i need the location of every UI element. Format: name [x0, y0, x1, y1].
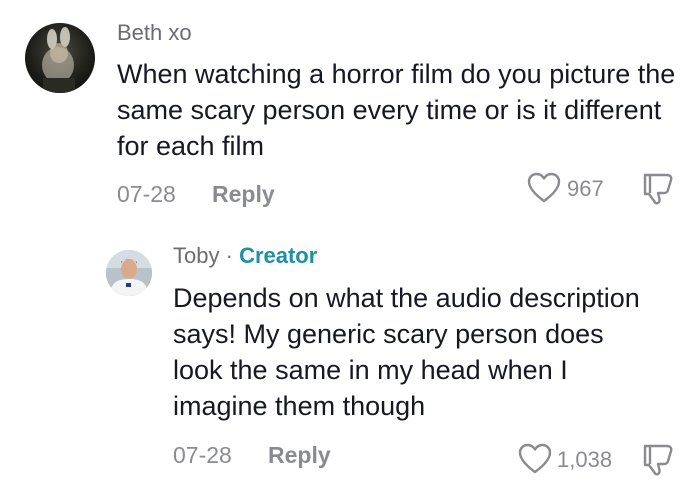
comment-username[interactable]: Toby [173, 243, 219, 268]
avatar-photo [42, 27, 75, 93]
heart-icon[interactable] [527, 172, 561, 209]
comment-date: 07-28 [117, 181, 176, 207]
like-count: 1,038 [557, 447, 613, 472]
avatar[interactable] [25, 23, 95, 93]
comment-date: 07-28 [173, 442, 232, 468]
comment-text: Depends on what the audio description sa… [173, 283, 640, 421]
comment-text: When watching a horror film do you pictu… [117, 59, 676, 161]
like-count: 967 [567, 176, 604, 201]
avatar-photo [106, 250, 152, 296]
comment-author-line: Toby · Creator [173, 243, 317, 269]
dislike-icon[interactable] [640, 172, 676, 211]
avatar[interactable] [106, 250, 152, 296]
reply-button[interactable]: Reply [268, 442, 331, 469]
reply-button[interactable]: Reply [212, 181, 275, 208]
username-separator: · [225, 243, 233, 268]
dislike-icon[interactable] [640, 443, 676, 482]
heart-icon[interactable] [518, 443, 552, 480]
creator-badge: Creator [239, 243, 318, 268]
comment-username[interactable]: Beth xo [117, 20, 192, 46]
